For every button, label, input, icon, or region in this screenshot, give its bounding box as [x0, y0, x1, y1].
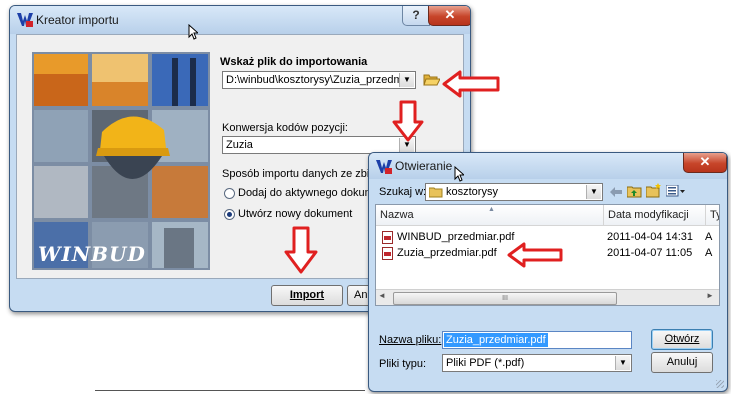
column-header-type[interactable]: Ty: [706, 205, 719, 225]
window-title: Kreator importu: [36, 13, 119, 27]
back-arrow-icon[interactable]: [609, 186, 623, 198]
filetype-value: Pliki PDF (*.pdf): [446, 357, 525, 369]
import-button-label: Import: [289, 289, 325, 301]
scroll-right-icon[interactable]: ►: [706, 291, 714, 300]
folder-open-icon[interactable]: [423, 72, 440, 87]
red-arrow-annotation: [507, 242, 563, 268]
conversion-label: Konwersja kodów pozycji:: [222, 122, 348, 134]
red-arrow-annotation: [392, 100, 424, 142]
app-logo-icon: [17, 13, 33, 27]
app-logo-icon: [376, 160, 392, 174]
filetype-label: Pliki typu:: [379, 358, 427, 370]
list-header: Nazwa Data modyfikacji Ty ▲: [376, 205, 719, 226]
scroll-left-icon[interactable]: ◄: [378, 291, 386, 300]
dialog-close-button[interactable]: ✕: [683, 153, 727, 173]
file-name: WINBUD_przedmiar.pdf: [397, 231, 515, 243]
import-mode-label: Sposób importu danych ze zbioru:: [222, 168, 389, 180]
look-in-combo[interactable]: kosztorysy ▼: [425, 183, 603, 201]
column-header-date[interactable]: Data modyfikacji: [604, 205, 706, 225]
radio-add-to-active[interactable]: [224, 188, 235, 199]
filetype-combo[interactable]: Pliki PDF (*.pdf) ▼: [442, 354, 632, 372]
help-button[interactable]: ?: [402, 6, 430, 26]
scroll-thumb[interactable]: III: [393, 292, 617, 305]
file-path-value: D:\winbud\kosztorysy\Zuzia_przedmiar.pdf: [226, 74, 400, 86]
radio-create-new[interactable]: [224, 209, 235, 220]
pdf-file-icon: [382, 247, 393, 260]
banner-logo-text: WINBUD: [38, 242, 146, 266]
red-arrow-annotation: [442, 70, 500, 98]
file-path-combo[interactable]: D:\winbud\kosztorysy\Zuzia_przedmiar.pdf…: [222, 71, 416, 89]
divider: [95, 390, 365, 391]
pdf-file-icon: [382, 231, 393, 244]
file-type: A: [705, 247, 713, 259]
dialog-title: Otwieranie: [395, 159, 453, 173]
filename-input[interactable]: Zuzia_przedmiar.pdf: [442, 331, 632, 349]
mouse-cursor-icon: [454, 166, 464, 182]
red-arrow-annotation: [284, 226, 318, 274]
folder-icon: [429, 187, 443, 198]
radio-create-new-label[interactable]: Utwórz nowy dokument: [238, 208, 352, 220]
open-button-label: Otwórz: [664, 333, 700, 345]
file-name: Zuzia_przedmiar.pdf: [397, 247, 497, 259]
banner-image: WINBUD: [32, 52, 210, 270]
sort-indicator-icon: ▲: [488, 206, 495, 213]
resize-grip-icon[interactable]: [716, 380, 724, 388]
look-in-value: kosztorysy: [446, 186, 498, 198]
file-type: A: [705, 231, 713, 243]
open-file-dialog: Otwieranie ✕ Szukaj w: kosztorysy ▼ Nazw…: [368, 152, 728, 392]
up-folder-icon[interactable]: [627, 184, 642, 198]
dialog-cancel-button-label: Anuluj: [666, 356, 698, 368]
file-section-label: Wskaż plik do importowania: [220, 56, 368, 68]
open-button[interactable]: Otwórz: [651, 329, 713, 350]
horizontal-scrollbar[interactable]: ◄ III ►: [376, 289, 719, 305]
filename-value: Zuzia_przedmiar.pdf: [444, 333, 548, 347]
dialog-cancel-button[interactable]: Anuluj: [651, 352, 713, 373]
dialog-title-bar[interactable]: Otwieranie: [369, 153, 727, 179]
mouse-cursor-icon: [188, 24, 198, 40]
chevron-down-icon[interactable]: ▼: [586, 185, 601, 199]
import-button[interactable]: Import: [271, 285, 343, 306]
view-menu-icon[interactable]: [666, 185, 686, 197]
file-date: 2011-04-04 14:31: [607, 231, 694, 243]
close-button[interactable]: ✕: [428, 6, 470, 26]
chevron-down-icon[interactable]: ▼: [615, 356, 630, 370]
file-date: 2011-04-07 11:05: [607, 247, 693, 259]
look-in-label: Szukaj w:: [379, 186, 427, 198]
new-folder-icon[interactable]: [646, 183, 662, 198]
title-bar[interactable]: Kreator importu: [10, 6, 470, 34]
construction-collage: [32, 52, 210, 270]
conversion-value: Zuzia: [226, 139, 253, 151]
filename-label: Nazwa pliku:: [379, 334, 442, 346]
screenshot-root: { "import_wizard": { "title": "Kreator i…: [0, 0, 731, 394]
chevron-down-icon[interactable]: ▼: [399, 73, 414, 87]
